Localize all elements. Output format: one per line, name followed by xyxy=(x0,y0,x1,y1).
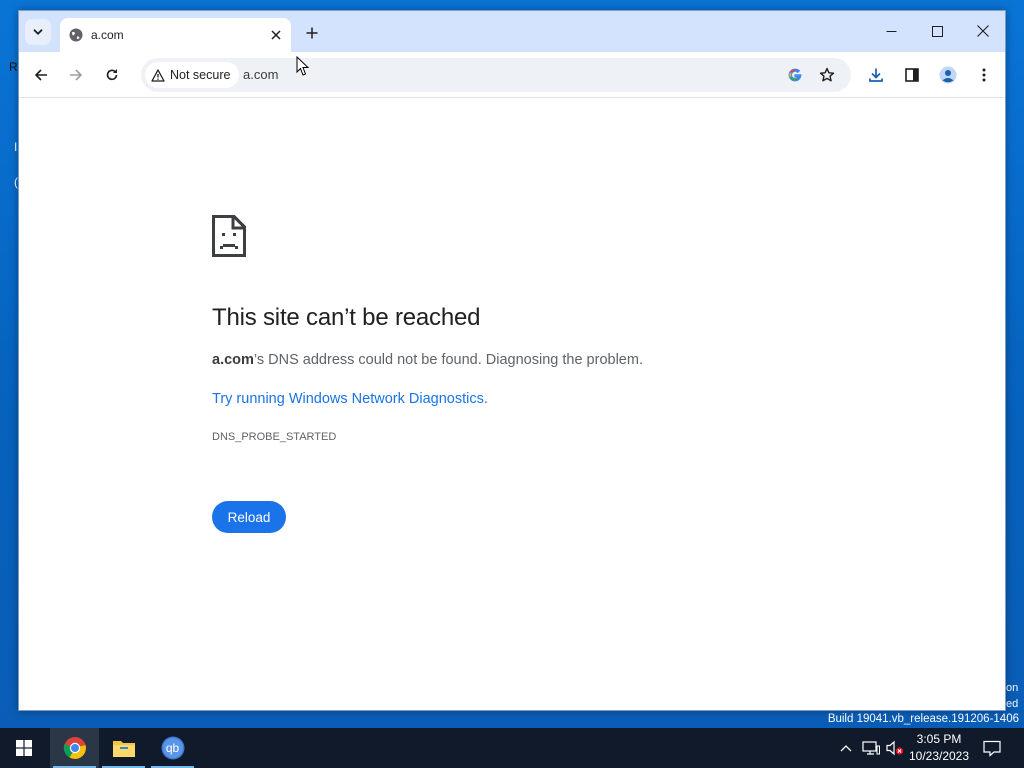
error-message: a.com’s DNS address could not be found. … xyxy=(212,352,643,368)
title-bar: a.com xyxy=(19,11,1005,52)
browser-window: a.com Not secure a.com This site can’t b… xyxy=(18,10,1006,711)
menu-button[interactable] xyxy=(972,63,996,87)
qbittorrent-label: qb xyxy=(165,741,180,755)
maximize-button[interactable] xyxy=(914,16,960,46)
clock-date: 10/23/2023 xyxy=(908,749,970,763)
tab-active[interactable]: a.com xyxy=(60,18,291,52)
avatar-icon xyxy=(939,66,957,84)
security-label: Not secure xyxy=(170,68,231,82)
reload-button[interactable] xyxy=(100,63,124,87)
desktop-icon-label-fragment: R xyxy=(9,60,18,74)
error-title: This site can’t be reached xyxy=(212,304,481,331)
profile-button[interactable] xyxy=(936,63,960,87)
google-g-icon xyxy=(788,68,802,82)
new-tab-button[interactable] xyxy=(300,21,324,45)
sad-page-icon xyxy=(212,215,246,257)
taskbar-qbittorrent[interactable]: qb xyxy=(148,728,197,768)
close-icon xyxy=(977,25,989,37)
plus-icon xyxy=(306,27,318,39)
taskbar-chrome[interactable] xyxy=(50,728,99,768)
chrome-icon xyxy=(63,737,86,759)
bookmark-button[interactable] xyxy=(816,64,838,86)
network-icon xyxy=(862,741,880,755)
arrow-right-icon xyxy=(70,69,83,81)
diagnostics-suffix: . xyxy=(483,391,488,407)
forward-button[interactable] xyxy=(64,63,88,87)
error-message-text: ’s DNS address could not be found. Diagn… xyxy=(253,352,643,368)
google-lens-button[interactable] xyxy=(784,64,806,86)
minimize-icon xyxy=(886,30,896,32)
notifications-button[interactable] xyxy=(980,728,1004,768)
show-hidden-icons-button[interactable] xyxy=(836,728,856,768)
close-window-button[interactable] xyxy=(960,16,1005,46)
reload-page-button[interactable]: Reload xyxy=(212,501,286,533)
diagnostics-link[interactable]: Try running Windows Network Diagnostics xyxy=(212,391,484,407)
minimize-button[interactable] xyxy=(868,16,914,46)
mouse-cursor-icon xyxy=(296,56,310,76)
address-bar[interactable]: Not secure a.com xyxy=(141,58,851,92)
notification-icon xyxy=(983,740,1001,757)
back-button[interactable] xyxy=(29,63,53,87)
error-code: DNS_PROBE_STARTED xyxy=(212,431,337,443)
system-clock[interactable]: 3:05 PM 10/23/2023 xyxy=(898,731,980,765)
tab-search-button[interactable] xyxy=(25,19,51,45)
download-icon xyxy=(869,68,883,82)
site-info-button[interactable]: Not secure xyxy=(145,62,240,88)
watermark-fragment: on xyxy=(1006,682,1019,694)
close-icon xyxy=(271,30,281,40)
tab-close-button[interactable] xyxy=(267,26,285,44)
page-content: This site can’t be reached a.com’s DNS a… xyxy=(19,99,1005,710)
url-text[interactable]: a.com xyxy=(243,67,278,82)
side-panel-icon xyxy=(905,68,919,82)
globe-icon xyxy=(68,27,84,48)
maximize-icon xyxy=(931,25,943,37)
build-watermark: Build 19041.vb_release.191206-1406 xyxy=(827,713,1019,725)
refresh-icon xyxy=(106,69,118,81)
chevron-down-icon xyxy=(33,29,43,35)
side-panel-button[interactable] xyxy=(900,63,924,87)
toolbar: Not secure a.com xyxy=(19,52,1005,98)
downloads-button[interactable] xyxy=(864,63,888,87)
error-host: a.com xyxy=(212,352,254,368)
star-icon xyxy=(819,67,835,82)
tab-title: a.com xyxy=(91,28,124,42)
warning-icon xyxy=(151,68,165,82)
taskbar: qb 3:05 PM 10/23/2023 xyxy=(0,728,1024,768)
start-button[interactable] xyxy=(0,728,48,768)
arrow-left-icon xyxy=(34,69,47,81)
more-vertical-icon xyxy=(982,68,986,82)
taskbar-file-explorer[interactable] xyxy=(99,728,148,768)
folder-icon xyxy=(112,741,135,757)
chevron-up-icon xyxy=(840,745,852,752)
windows-logo-icon xyxy=(16,740,32,756)
clock-time: 3:05 PM xyxy=(916,732,962,746)
desktop-icon-label-fragment: I xyxy=(14,140,18,154)
diagnostics-line: Try running Windows Network Diagnostics. xyxy=(212,391,488,407)
watermark-fragment: ed xyxy=(1006,698,1019,710)
network-tray-button[interactable] xyxy=(860,728,882,768)
